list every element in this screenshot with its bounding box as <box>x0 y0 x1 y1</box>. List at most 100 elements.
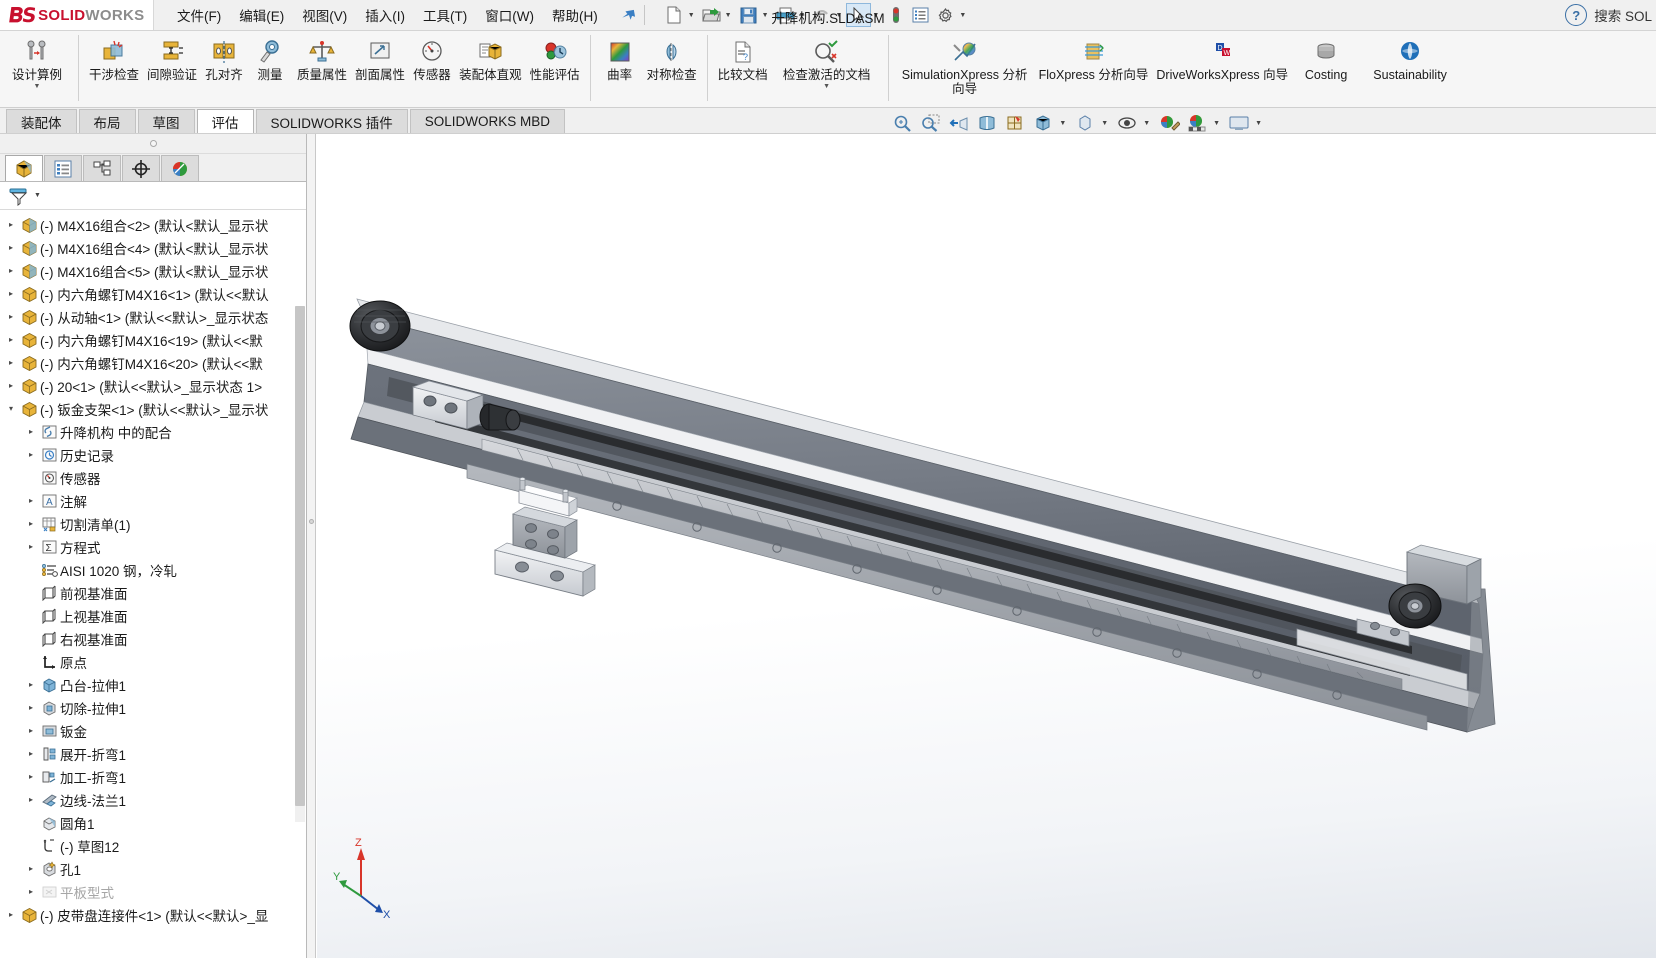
filter-dropdown-icon[interactable]: ▼ <box>34 192 41 199</box>
chevron-right-icon[interactable]: ▸ <box>24 519 38 528</box>
tree-row[interactable]: ▾ (-) 钣金支架<1> (默认<<默认>_显示状 <box>0 397 306 420</box>
simulationxpress-button[interactable]: SimulationXpress 分析向导 <box>895 34 1035 96</box>
tree-row[interactable]: ▸ (-) 20<1> (默认<<默认>_显示状态 1> <box>0 374 306 397</box>
costing-button[interactable]: Costing <box>1292 34 1360 82</box>
display-style-icon[interactable] <box>1030 111 1056 135</box>
tree-row[interactable]: ▸ (-) M4X16组合<5> (默认<默认_显示状 <box>0 259 306 282</box>
tree-row[interactable]: ▸ (-) M4X16组合<2> (默认<默认_显示状 <box>0 213 306 236</box>
tree-scrollbar-thumb[interactable] <box>295 306 305 806</box>
graphics-viewport[interactable]: Z Y X <box>317 134 1656 958</box>
chevron-right-icon[interactable]: ▸ <box>24 450 38 459</box>
menu-insert[interactable]: 插入(I) <box>356 1 414 29</box>
tree-row[interactable]: ▸ 展开-折弯1 <box>0 742 306 765</box>
performance-evaluation-button[interactable]: 性能评估 <box>526 34 584 82</box>
3d-model-lift-mechanism[interactable]: Z Y X <box>317 134 1656 958</box>
feature-manager-tab[interactable] <box>5 155 43 181</box>
chevron-right-icon[interactable]: ▸ <box>24 427 38 436</box>
gear-dropdown-icon[interactable]: ▼ <box>959 12 966 19</box>
feature-filter-bar[interactable]: ▼ <box>0 182 306 210</box>
apply-scene-icon[interactable] <box>1184 111 1210 135</box>
tree-row[interactable]: (-) 草图12 <box>0 834 306 857</box>
design-study-button[interactable]: 设计算例 ▼ <box>2 34 72 90</box>
tree-row[interactable]: 前视基准面 <box>0 581 306 604</box>
zoom-to-area-icon[interactable] <box>918 111 944 135</box>
chevron-right-icon[interactable]: ▸ <box>24 795 38 804</box>
edit-appearance-icon[interactable] <box>1156 111 1182 135</box>
chevron-right-icon[interactable]: ▸ <box>4 266 18 275</box>
check-active-document-button[interactable]: 检查激活的文档 ▼ <box>772 34 882 90</box>
search-input[interactable]: 搜索 SOL <box>1594 5 1652 25</box>
tab-assembly[interactable]: 装配体 <box>6 109 77 133</box>
chevron-right-icon[interactable]: ▸ <box>24 680 38 689</box>
chevron-right-icon[interactable]: ▸ <box>24 542 38 551</box>
undo-dropdown-icon[interactable]: ▼ <box>835 12 842 19</box>
menu-file[interactable]: 文件(F) <box>168 1 230 29</box>
measure-button[interactable]: 测量 <box>247 34 293 82</box>
menu-help[interactable]: 帮助(H) <box>543 1 607 29</box>
dimxpert-manager-tab[interactable] <box>122 155 160 181</box>
tree-row[interactable]: ▸ 历史记录 <box>0 443 306 466</box>
tab-layout[interactable]: 布局 <box>78 109 136 133</box>
display-style-dropdown-icon[interactable]: ▼ <box>1059 120 1066 127</box>
design-study-dropdown-icon[interactable]: ▼ <box>34 83 41 90</box>
menu-view[interactable]: 视图(V) <box>293 1 356 29</box>
chevron-right-icon[interactable]: ▸ <box>24 772 38 781</box>
tree-row[interactable]: AISI 1020 钢，冷轧 <box>0 558 306 581</box>
symmetry-check-button[interactable]: 对称检查 <box>643 34 701 82</box>
chevron-right-icon[interactable]: ▸ <box>24 726 38 735</box>
tree-row[interactable]: ▸ 加工-折弯1 <box>0 765 306 788</box>
tree-row[interactable]: ▸ (-) 从动轴<1> (默认<<默认>_显示状态 <box>0 305 306 328</box>
print-dropdown-icon[interactable]: ▼ <box>799 12 806 19</box>
clearance-verification-button[interactable]: 间隙验证 <box>143 34 201 82</box>
chevron-right-icon[interactable]: ▸ <box>24 496 38 505</box>
section-view-icon[interactable] <box>974 111 1000 135</box>
zoom-to-fit-icon[interactable] <box>890 111 916 135</box>
mass-properties-button[interactable]: 质量属性 <box>293 34 351 82</box>
view-settings-icon[interactable] <box>1114 111 1140 135</box>
chevron-right-icon[interactable]: ▸ <box>4 358 18 367</box>
viewport-dropdown-icon[interactable]: ▼ <box>1255 120 1262 127</box>
viewport-icon[interactable] <box>1226 111 1252 135</box>
tree-row[interactable]: 圆角1 <box>0 811 306 834</box>
previous-view-icon[interactable] <box>946 111 972 135</box>
hole-alignment-button[interactable]: 孔对齐 <box>201 34 247 82</box>
select-dropdown-icon[interactable]: ▼ <box>872 12 879 19</box>
tree-row[interactable]: 右视基准面 <box>0 627 306 650</box>
chevron-right-icon[interactable]: ▸ <box>4 381 18 390</box>
tree-row[interactable]: ▸ 切割清单(1) <box>0 512 306 535</box>
panel-splitter[interactable] <box>307 134 316 958</box>
panel-grip[interactable] <box>0 134 306 154</box>
chevron-right-icon[interactable]: ▸ <box>4 289 18 298</box>
check-active-document-dropdown-icon[interactable]: ▼ <box>823 83 830 90</box>
gear-icon[interactable] <box>933 3 958 27</box>
print-icon[interactable] <box>773 3 798 27</box>
driveworksxpress-button[interactable]: D W DriveWorksXpress 向导 <box>1152 34 1292 82</box>
tree-row[interactable]: ▸ (-) M4X16组合<4> (默认<默认_显示状 <box>0 236 306 259</box>
save-dropdown-icon[interactable]: ▼ <box>762 12 769 19</box>
tree-row[interactable]: 传感器 <box>0 466 306 489</box>
tree-row[interactable]: ▸ A 注解 <box>0 489 306 512</box>
open-folder-icon[interactable] <box>699 3 724 27</box>
tree-row[interactable]: ▸ 切除-拉伸1 <box>0 696 306 719</box>
hide-show-dropdown-icon[interactable]: ▼ <box>1101 120 1108 127</box>
curvature-button[interactable]: 曲率 <box>597 34 643 82</box>
tree-row[interactable]: ▸ 平板型式 <box>0 880 306 903</box>
tree-row[interactable]: 原点 <box>0 650 306 673</box>
view-settings-dropdown-icon[interactable]: ▼ <box>1143 120 1150 127</box>
chevron-right-icon[interactable]: ▸ <box>4 220 18 229</box>
tree-row[interactable]: ▸ (-) 内六角螺钉M4X16<1> (默认<<默认 <box>0 282 306 305</box>
menu-edit[interactable]: 编辑(E) <box>230 1 293 29</box>
undo-icon[interactable] <box>809 3 834 27</box>
sustainability-button[interactable]: Sustainability <box>1360 34 1460 82</box>
tree-row[interactable]: ▸ 凸台-拉伸1 <box>0 673 306 696</box>
save-icon[interactable] <box>736 3 761 27</box>
hide-show-items-icon[interactable] <box>1072 111 1098 135</box>
assembly-visualization-button[interactable]: 装配体直观 <box>455 34 526 82</box>
new-document-icon[interactable] <box>662 3 687 27</box>
section-properties-button[interactable]: 剖面属性 <box>351 34 409 82</box>
new-document-dropdown-icon[interactable]: ▼ <box>688 12 695 19</box>
tab-sketch[interactable]: 草图 <box>137 109 195 133</box>
configuration-manager-tab[interactable] <box>83 155 121 181</box>
compare-documents-button[interactable]: ? 比较文档 <box>714 34 772 82</box>
menu-window[interactable]: 窗口(W) <box>476 1 543 29</box>
